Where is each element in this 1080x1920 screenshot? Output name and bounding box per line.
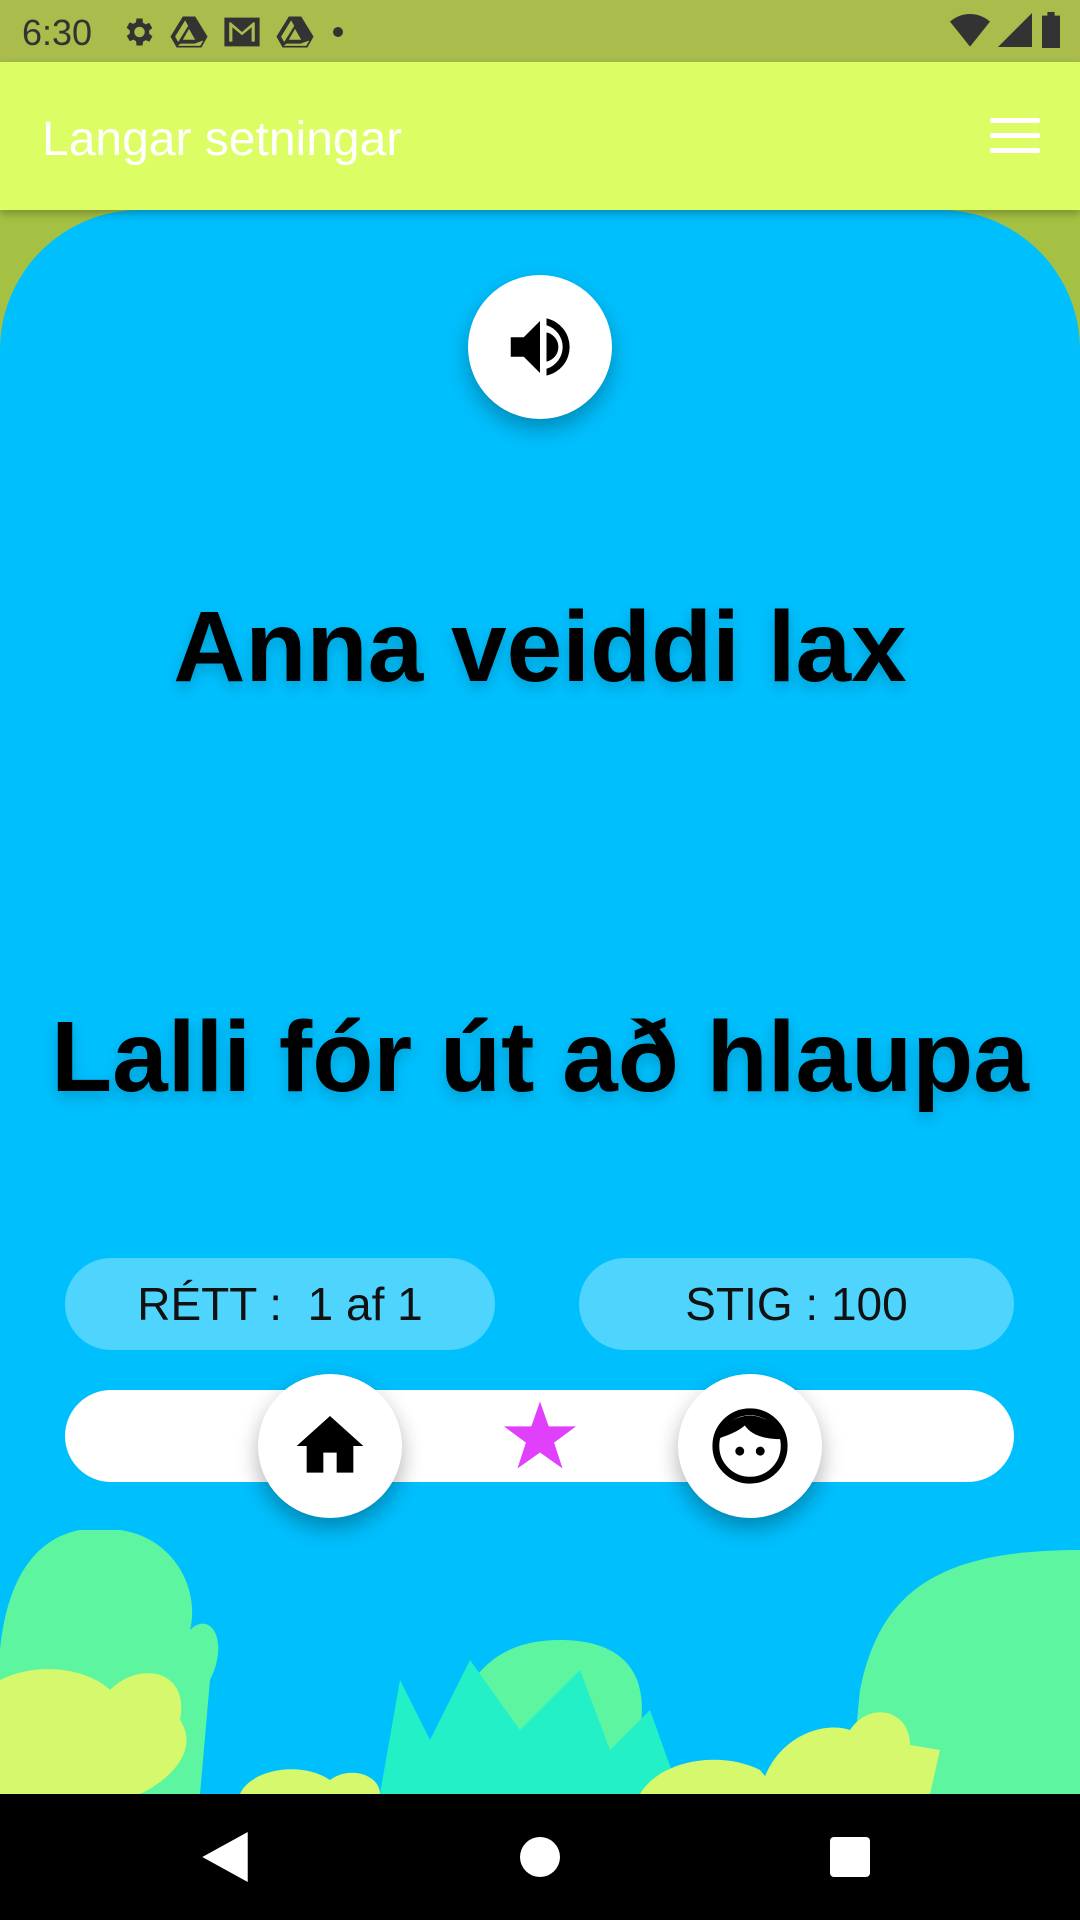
exercise-card: Anna veiddi lax Lalli fór út að hlaupa R… — [0, 210, 1080, 1794]
system-icons — [950, 12, 1062, 48]
back-triangle-icon — [202, 1832, 248, 1882]
score-label: STIG : 100 — [685, 1278, 908, 1330]
app-title: Langar setningar — [42, 113, 403, 166]
navigation-bar — [0, 1794, 1080, 1920]
drive-icon — [276, 16, 314, 48]
home-icon — [296, 1416, 364, 1473]
battery-icon — [1042, 12, 1060, 48]
speaker-icon — [510, 318, 570, 376]
face-icon — [712, 1408, 788, 1484]
dot-icon — [333, 27, 343, 37]
recent-square-icon — [830, 1837, 870, 1877]
nav-recent-button[interactable] — [790, 1794, 910, 1920]
menu-line — [990, 118, 1040, 123]
app-bar: Langar setningar — [0, 62, 1080, 210]
status-bar: 6:30 — [0, 0, 1080, 62]
foliage-decoration — [0, 1530, 1080, 1794]
gmail-icon — [224, 17, 260, 47]
hamburger-menu-icon[interactable] — [990, 118, 1040, 154]
home-circle-icon — [520, 1837, 560, 1877]
menu-line — [990, 148, 1040, 153]
correct-count-label: RÉTT : 1 af 1 — [137, 1278, 423, 1330]
notification-icons — [120, 12, 348, 52]
wifi-icon — [950, 14, 990, 47]
status-time: 6:30 — [22, 12, 93, 53]
star-progress-bar — [65, 1390, 1014, 1482]
nav-home-button[interactable] — [480, 1794, 600, 1920]
sentence-option[interactable]: Lalli fór út að hlaupa — [0, 1000, 1080, 1115]
home-button[interactable] — [258, 1374, 402, 1518]
signal-icon — [998, 13, 1032, 47]
nav-back-button[interactable] — [165, 1794, 285, 1920]
gear-icon — [126, 18, 153, 46]
score-badge: STIG : 100 — [579, 1258, 1014, 1350]
play-sound-button[interactable] — [468, 275, 612, 419]
correct-count-badge: RÉTT : 1 af 1 — [65, 1258, 495, 1350]
profile-button[interactable] — [678, 1374, 822, 1518]
star-icon — [503, 1401, 576, 1469]
sentence-option[interactable]: Anna veiddi lax — [0, 590, 1080, 705]
drive-icon — [170, 16, 208, 48]
menu-line — [990, 133, 1040, 138]
